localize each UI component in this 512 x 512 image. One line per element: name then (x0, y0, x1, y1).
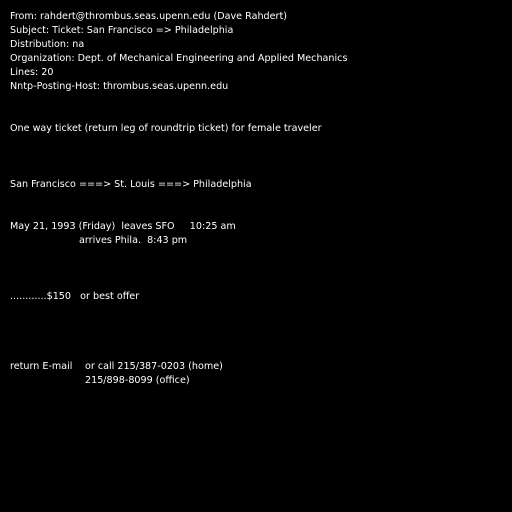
contact-phone-home: or call 215/387-0203 (home) (85, 361, 223, 372)
contact-label: return E-mail (10, 361, 73, 372)
lines-header: Lines: 20 (10, 67, 54, 78)
arrival-text: arrives Phila. 8:43 pm (79, 235, 188, 246)
intro-text: One way ticket (return leg of roundtrip … (10, 123, 322, 134)
from-header: From: rahdert@thrombus.seas.upenn.edu (D… (10, 11, 287, 22)
organization-header: Organization: Dept. of Mechanical Engine… (10, 53, 348, 64)
route-text: San Francisco ===> St. Louis ===> Philad… (10, 179, 252, 190)
nntp-host-header: Nntp-Posting-Host: thrombus.seas.upenn.e… (10, 81, 229, 92)
departure-text: May 21, 1993 (Friday) leaves SFO 10:25 a… (10, 221, 236, 232)
email-message: From: rahdert@thrombus.seas.upenn.edu (D… (0, 0, 512, 512)
contact-phone-office: 215/898-8099 (office) (85, 375, 190, 386)
subject-header: Subject: Ticket: San Francisco => Philad… (10, 25, 234, 36)
distribution-header: Distribution: na (10, 39, 85, 50)
price-text: ............$150 or best offer (10, 291, 140, 302)
